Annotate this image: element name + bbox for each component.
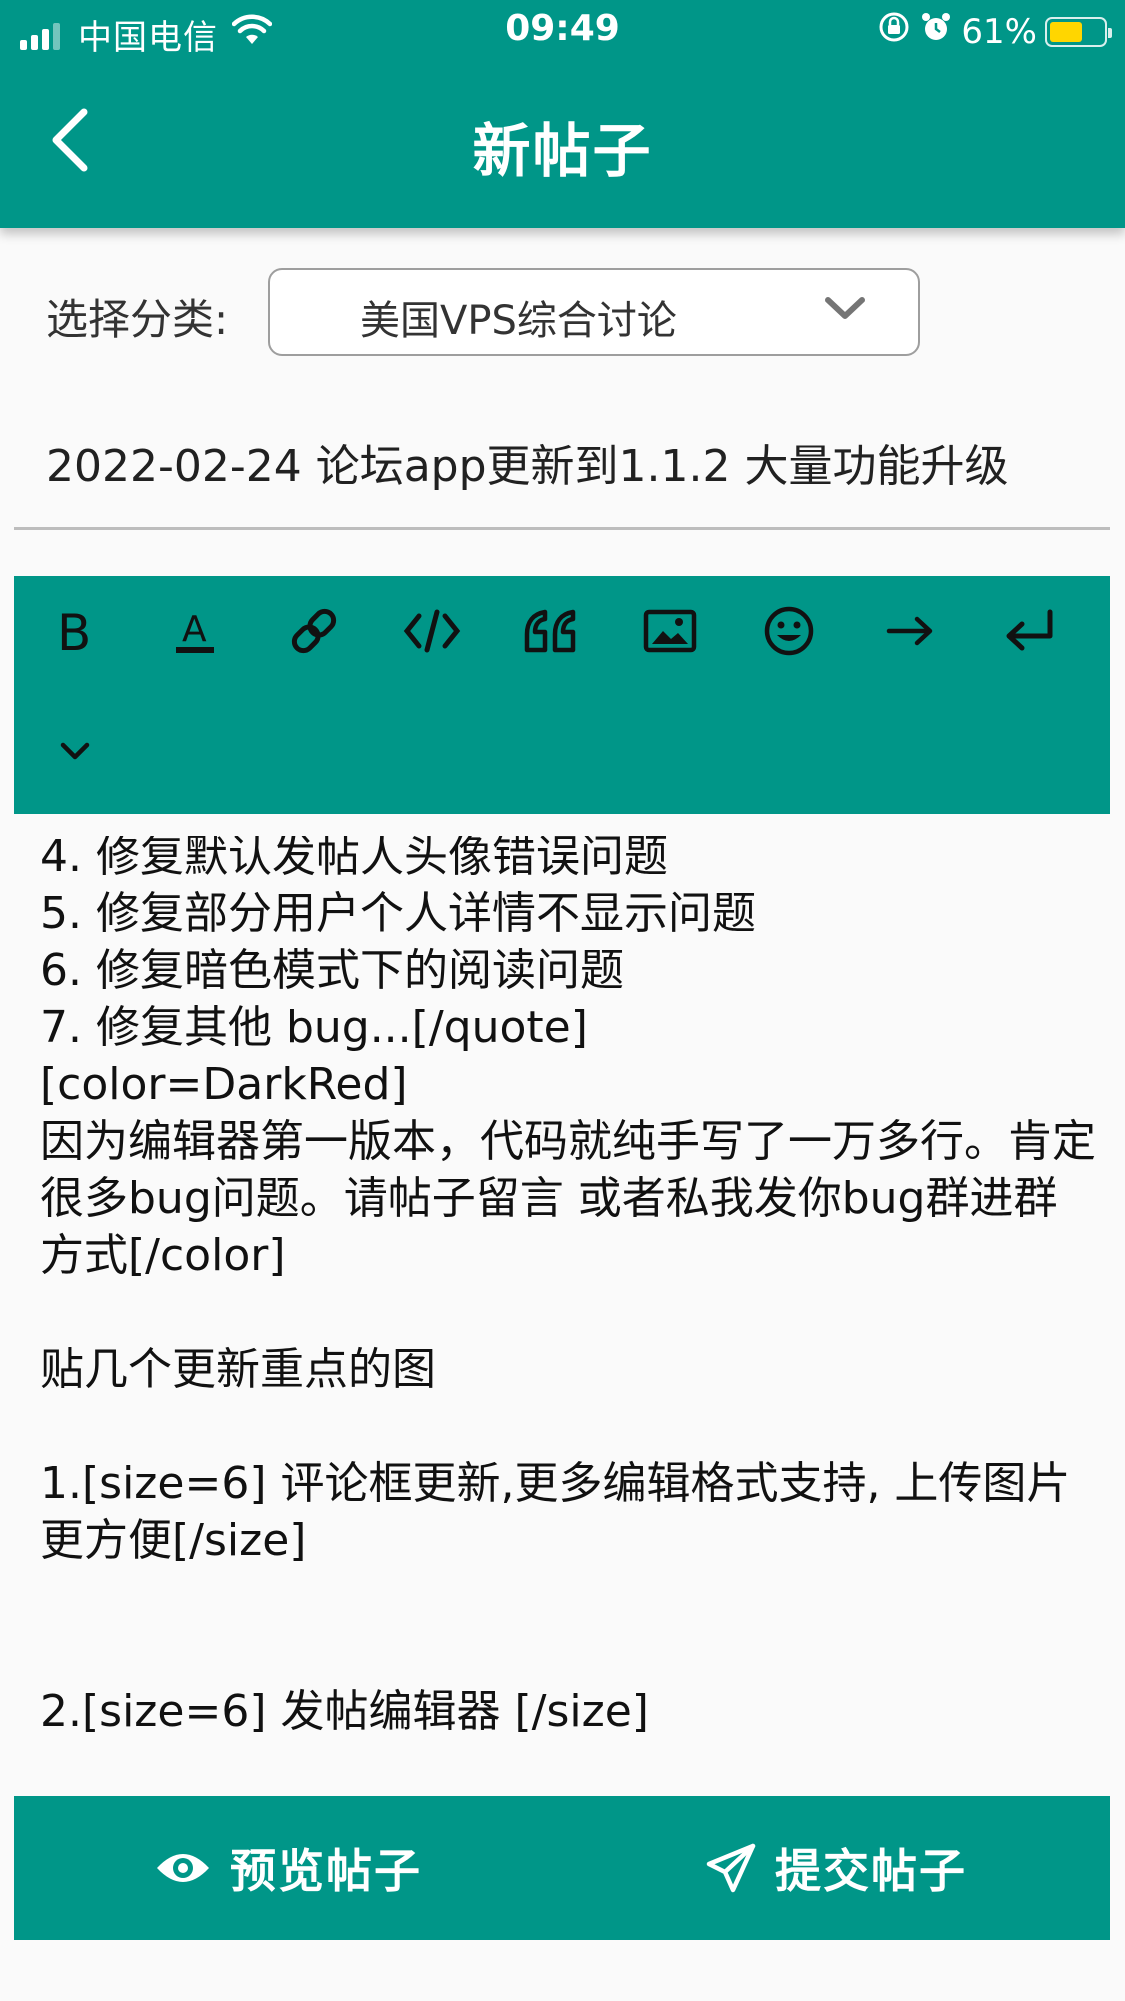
indent-button[interactable] (865, 588, 955, 678)
alarm-icon (919, 10, 953, 53)
battery-percent: 61% (961, 11, 1037, 52)
send-icon (705, 1842, 757, 1894)
battery-icon (1045, 16, 1112, 47)
top-bar: 中国电信 09:49 61% 新帖子 (0, 0, 1125, 228)
orientation-lock-icon (877, 10, 911, 53)
post-content-text: 4. 修复默认发帖人头像错误问题 5. 修复部分用户个人详情不显示问题 6. 修… (40, 836, 1096, 1737)
bold-button[interactable]: B (30, 588, 120, 678)
post-title-field[interactable]: 2022-02-24 论坛app更新到1.1.2 大量功能升级 (14, 410, 1110, 530)
quote-button[interactable] (506, 588, 596, 678)
bold-icon: B (53, 604, 97, 662)
code-icon (403, 608, 461, 658)
chevron-down-icon (59, 740, 91, 766)
status-bar: 中国电信 09:49 61% (0, 0, 1125, 62)
link-button[interactable] (269, 588, 359, 678)
preview-post-button[interactable]: 预览帖子 (14, 1796, 562, 1940)
app-bar: 新帖子 (0, 62, 1125, 228)
text-color-button[interactable]: A (150, 588, 240, 678)
image-icon (643, 609, 697, 657)
app-screen: 中国电信 09:49 61% 新帖子 选择分类: 美国VPS综合讨论 2022-… (0, 0, 1125, 2001)
post-content-editor[interactable]: 4. 修复默认发帖人头像错误问题 5. 修复部分用户个人详情不显示问题 6. 修… (14, 836, 1110, 1796)
chevron-down-icon (824, 296, 866, 326)
category-dropdown[interactable]: 美国VPS综合讨论 (268, 268, 920, 356)
submit-label: 提交帖子 (775, 1844, 967, 1898)
page-title: 新帖子 (472, 117, 653, 185)
link-icon (288, 605, 340, 661)
svg-text:A: A (182, 609, 207, 650)
submit-post-button[interactable]: 提交帖子 (562, 1796, 1110, 1940)
return-button[interactable] (984, 588, 1074, 678)
status-right: 61% (877, 10, 1112, 53)
svg-text:B: B (57, 606, 91, 656)
image-button[interactable] (625, 588, 715, 678)
formatting-toolbar: B A (14, 576, 1110, 814)
code-button[interactable] (387, 588, 477, 678)
post-title-text: 2022-02-24 论坛app更新到1.1.2 大量功能升级 (46, 441, 1009, 492)
collapse-toolbar-button[interactable] (30, 708, 120, 798)
emoji-icon (763, 605, 815, 661)
category-value: 美国VPS综合讨论 (360, 298, 677, 344)
eye-icon (154, 1848, 212, 1888)
preview-label: 预览帖子 (230, 1844, 422, 1898)
indent-icon (885, 613, 935, 653)
emoji-button[interactable] (744, 588, 834, 678)
category-label: 选择分类: (46, 295, 229, 344)
quote-icon (523, 608, 579, 658)
return-icon (1002, 608, 1056, 658)
bottom-action-bar: 预览帖子 提交帖子 (14, 1796, 1110, 1940)
text-color-icon: A (172, 605, 218, 661)
category-row: 选择分类: 美国VPS综合讨论 (0, 268, 1125, 358)
